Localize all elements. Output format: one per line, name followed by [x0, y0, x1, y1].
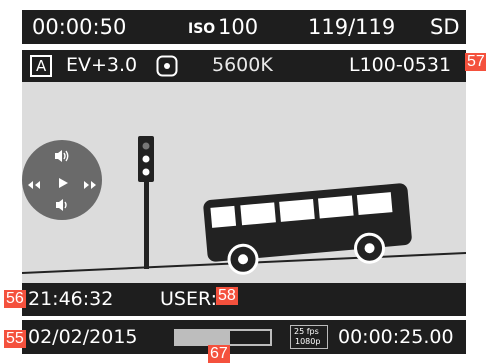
fast-forward-icon[interactable] — [82, 175, 98, 189]
storage-indicator: SD — [430, 15, 460, 39]
volume-down-icon[interactable] — [54, 197, 70, 213]
callout-67: 67 — [208, 345, 230, 363]
iso-label: ISO — [188, 21, 216, 37]
exposure-info-bar: A EV+3.0 5600K L100-0531 — [22, 50, 466, 82]
time-user-bar: 21:46:32 USER: — [22, 283, 466, 316]
exposure-mode: A — [36, 57, 47, 75]
bus-illustration — [203, 183, 412, 275]
iso-value: 100 — [218, 15, 259, 39]
video-resolution: 1080p — [295, 337, 321, 346]
playback-progress-fill — [176, 331, 230, 344]
playback-control-dial[interactable] — [22, 140, 102, 220]
callout-55: 55 — [4, 330, 26, 348]
rewind-icon[interactable] — [26, 175, 42, 189]
callout-58: 58 — [216, 287, 238, 305]
file-number: L100-0531 — [349, 54, 452, 76]
traffic-light-pole — [144, 177, 149, 269]
white-balance: 5600K — [212, 54, 273, 76]
video-duration: 00:00:25.00 — [338, 326, 454, 348]
current-time: 21:46:32 — [28, 288, 114, 310]
playback-progress-bar[interactable] — [174, 329, 272, 346]
exposure-mode-badge: A — [30, 55, 52, 77]
ev-compensation: EV+3.0 — [66, 54, 138, 76]
callout-56: 56 — [4, 290, 26, 308]
video-fps: 25 fps — [294, 327, 319, 336]
traffic-light-amber — [142, 155, 150, 163]
traffic-light-red — [142, 142, 150, 150]
video-format-badge: 25 fps 1080p — [290, 325, 328, 349]
volume-up-icon[interactable] — [53, 148, 71, 164]
play-icon[interactable] — [57, 174, 69, 188]
traffic-light-green — [142, 168, 150, 176]
spot-metering-icon — [156, 55, 178, 77]
shots-remaining: 119/119 — [308, 15, 396, 39]
callout-57: 57 — [465, 53, 486, 71]
user-label: USER: — [160, 288, 217, 310]
elapsed-time: 00:00:50 — [32, 15, 127, 39]
top-status-bar: 00:00:50 ISO 100 119/119 SD — [22, 10, 466, 44]
camera-display: 00:00:50 ISO 100 119/119 SD A EV+3.0 560… — [0, 0, 486, 363]
date: 02/02/2015 — [28, 326, 138, 348]
